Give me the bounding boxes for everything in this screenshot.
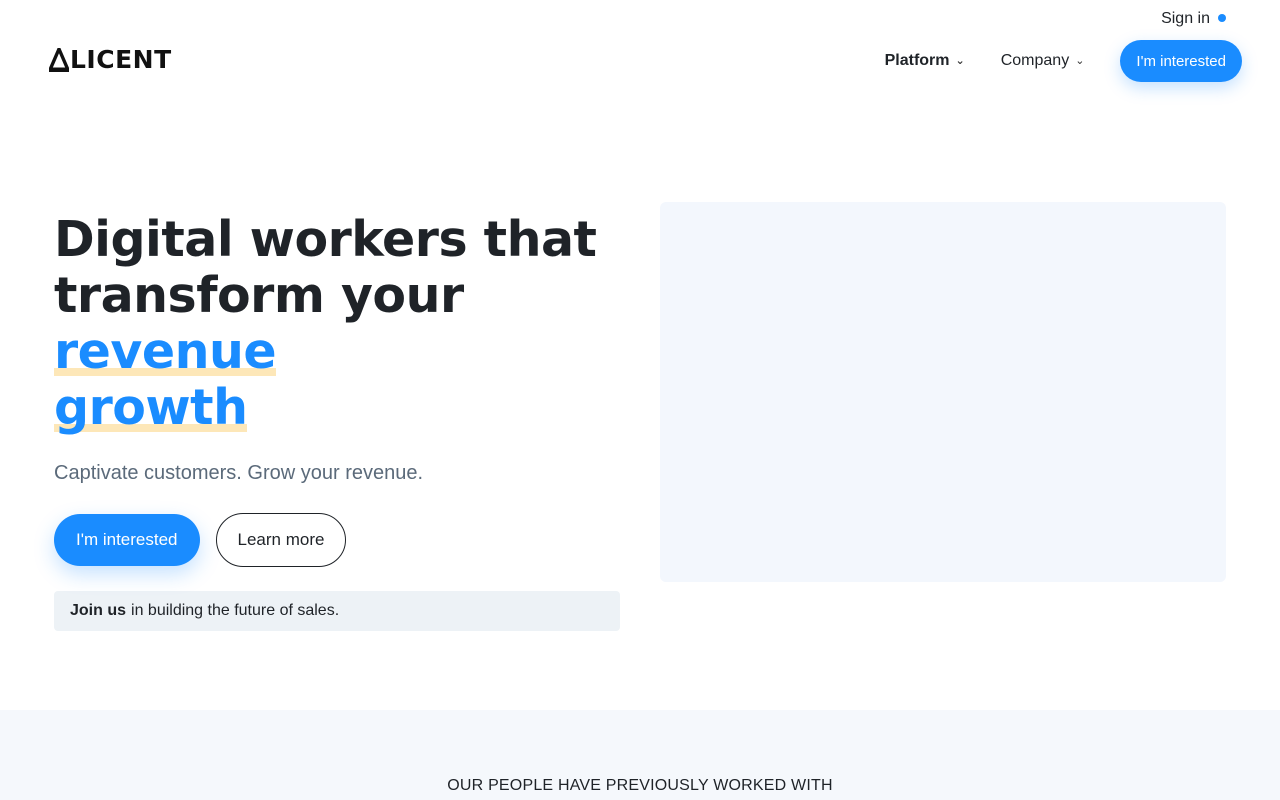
hero-cta-row: I'm interested Learn more: [54, 513, 624, 567]
hero-interested-button[interactable]: I'm interested: [54, 514, 200, 566]
join-us-banner[interactable]: Join us in building the future of sales.: [54, 591, 620, 631]
learn-more-button[interactable]: Learn more: [215, 513, 347, 567]
nav-company-label: Company: [1000, 52, 1070, 69]
hero-title-line1: Digital workers that: [54, 211, 597, 268]
chevron-down-icon: ⌄: [955, 54, 965, 67]
main-nav: Platform ⌄ Company ⌄ I'm interested: [885, 40, 1242, 82]
hero-media-placeholder: [660, 202, 1226, 582]
hero-title-highlight-revenue: revenue: [54, 323, 277, 380]
hero: Digital workers that transform your reve…: [54, 212, 624, 631]
status-dot-icon: [1218, 14, 1226, 22]
sign-in-label: Sign in: [1161, 10, 1210, 27]
nav-platform[interactable]: Platform ⌄: [885, 52, 965, 70]
nav-company[interactable]: Company ⌄: [1001, 52, 1085, 70]
header-interested-button[interactable]: I'm interested: [1120, 40, 1242, 82]
page: Sign in LICENT Platform ⌄ Company ⌄ I'm …: [0, 0, 1280, 800]
hero-subtitle: Captivate customers. Grow your revenue.: [54, 462, 424, 484]
hero-title: Digital workers that transform your reve…: [54, 212, 624, 436]
logo-wordmark: LICENT: [70, 45, 172, 74]
nav-platform-label: Platform: [884, 52, 950, 69]
triangle-a-logo-icon: [49, 48, 69, 72]
previous-employers-heading: OUR PEOPLE HAVE PREVIOUSLY WORKED WITH: [447, 777, 833, 794]
sign-in-link[interactable]: Sign in: [1161, 10, 1226, 28]
previous-employers-section: OUR PEOPLE HAVE PREVIOUSLY WORKED WITH: [0, 710, 1280, 800]
hero-title-highlight-growth: growth: [54, 379, 248, 436]
hero-title-line2: transform your: [54, 267, 464, 324]
join-us-bold: Join us: [70, 602, 127, 619]
chevron-down-icon: ⌄: [1075, 54, 1085, 67]
logo[interactable]: LICENT: [49, 46, 172, 74]
join-us-text: in building the future of sales.: [131, 602, 340, 619]
